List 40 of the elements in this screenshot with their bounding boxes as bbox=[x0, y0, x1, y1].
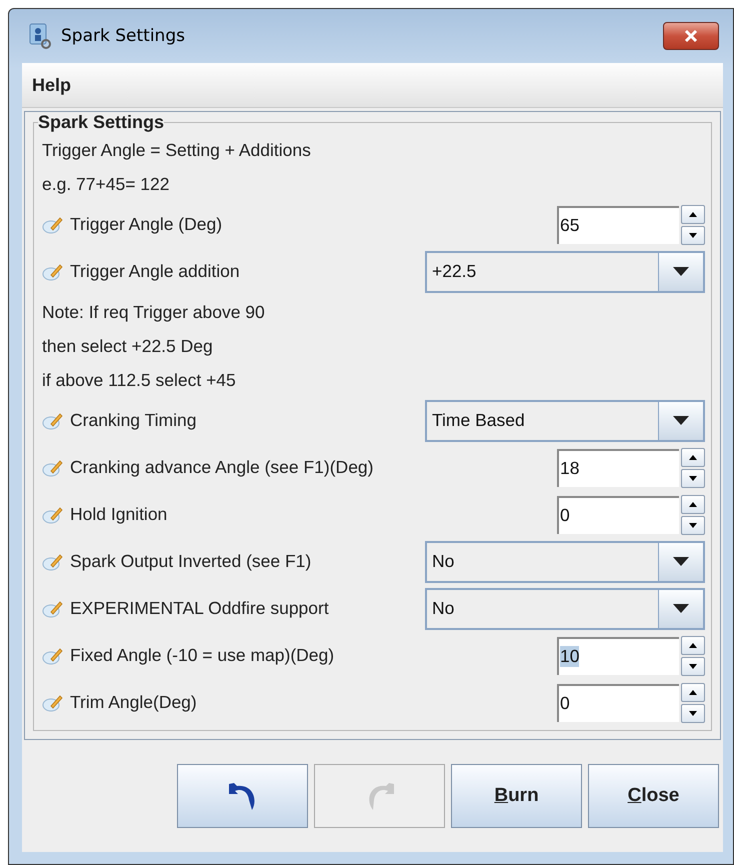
dialog-button[interactable]: Close bbox=[588, 764, 719, 828]
field-label: Spark Output Inverted (see F1) bbox=[70, 551, 312, 572]
window-title: Spark Settings bbox=[61, 26, 186, 46]
dropdown[interactable]: No bbox=[425, 540, 705, 582]
dropdown[interactable]: +22.5 bbox=[425, 250, 705, 292]
field-label: Fixed Angle (-10 = use map)(Deg) bbox=[70, 645, 336, 666]
note-text: Trigger Angle = Setting + Additions bbox=[42, 140, 311, 160]
spinner-arrows-icon[interactable] bbox=[681, 682, 705, 722]
close-icon[interactable] bbox=[663, 22, 719, 50]
spinner-arrows-icon[interactable] bbox=[681, 448, 705, 488]
spinner-arrows-icon[interactable] bbox=[681, 494, 705, 534]
app-icon bbox=[27, 22, 53, 50]
dropdown[interactable]: Time Based bbox=[425, 400, 705, 442]
dialog-button[interactable]: Burn bbox=[451, 764, 582, 828]
note-text: e.g. 77+45= 122 bbox=[42, 174, 170, 194]
number-field[interactable]: 18 bbox=[557, 448, 679, 486]
dropdown-arrow-icon bbox=[673, 416, 689, 425]
note-text: Note: If req Trigger above 90 bbox=[42, 302, 265, 322]
number-field[interactable]: 10 bbox=[557, 636, 679, 674]
field-label: Cranking advance Angle (see F1)(Deg) bbox=[70, 457, 374, 478]
note-text: then select +22.5 Deg bbox=[42, 336, 213, 356]
field-label: Trigger Angle addition bbox=[70, 261, 241, 282]
undo-button[interactable] bbox=[177, 764, 308, 828]
field-label: Cranking Timing bbox=[70, 410, 198, 431]
dropdown-arrow-icon bbox=[673, 557, 689, 566]
note-text: if above 112.5 select +45 bbox=[42, 370, 236, 390]
dropdown[interactable]: No bbox=[425, 588, 705, 630]
field-label: Hold Ignition bbox=[70, 504, 168, 525]
menu-item[interactable]: Help bbox=[32, 74, 72, 96]
number-field[interactable]: 65 bbox=[557, 206, 679, 244]
spinner-arrows-icon[interactable] bbox=[681, 636, 705, 676]
number-field[interactable]: 0 bbox=[557, 684, 679, 722]
field-label: EXPERIMENTAL Oddfire support bbox=[70, 598, 330, 619]
field-label: Trim Angle(Deg) bbox=[70, 692, 198, 713]
dropdown-arrow-icon bbox=[673, 267, 689, 276]
group-title: Spark Settings bbox=[38, 112, 164, 133]
dropdown-arrow-icon bbox=[673, 604, 689, 613]
spinner-arrows-icon[interactable] bbox=[681, 204, 705, 244]
number-field[interactable]: 0 bbox=[557, 496, 679, 534]
field-label: Trigger Angle (Deg) bbox=[70, 214, 224, 235]
